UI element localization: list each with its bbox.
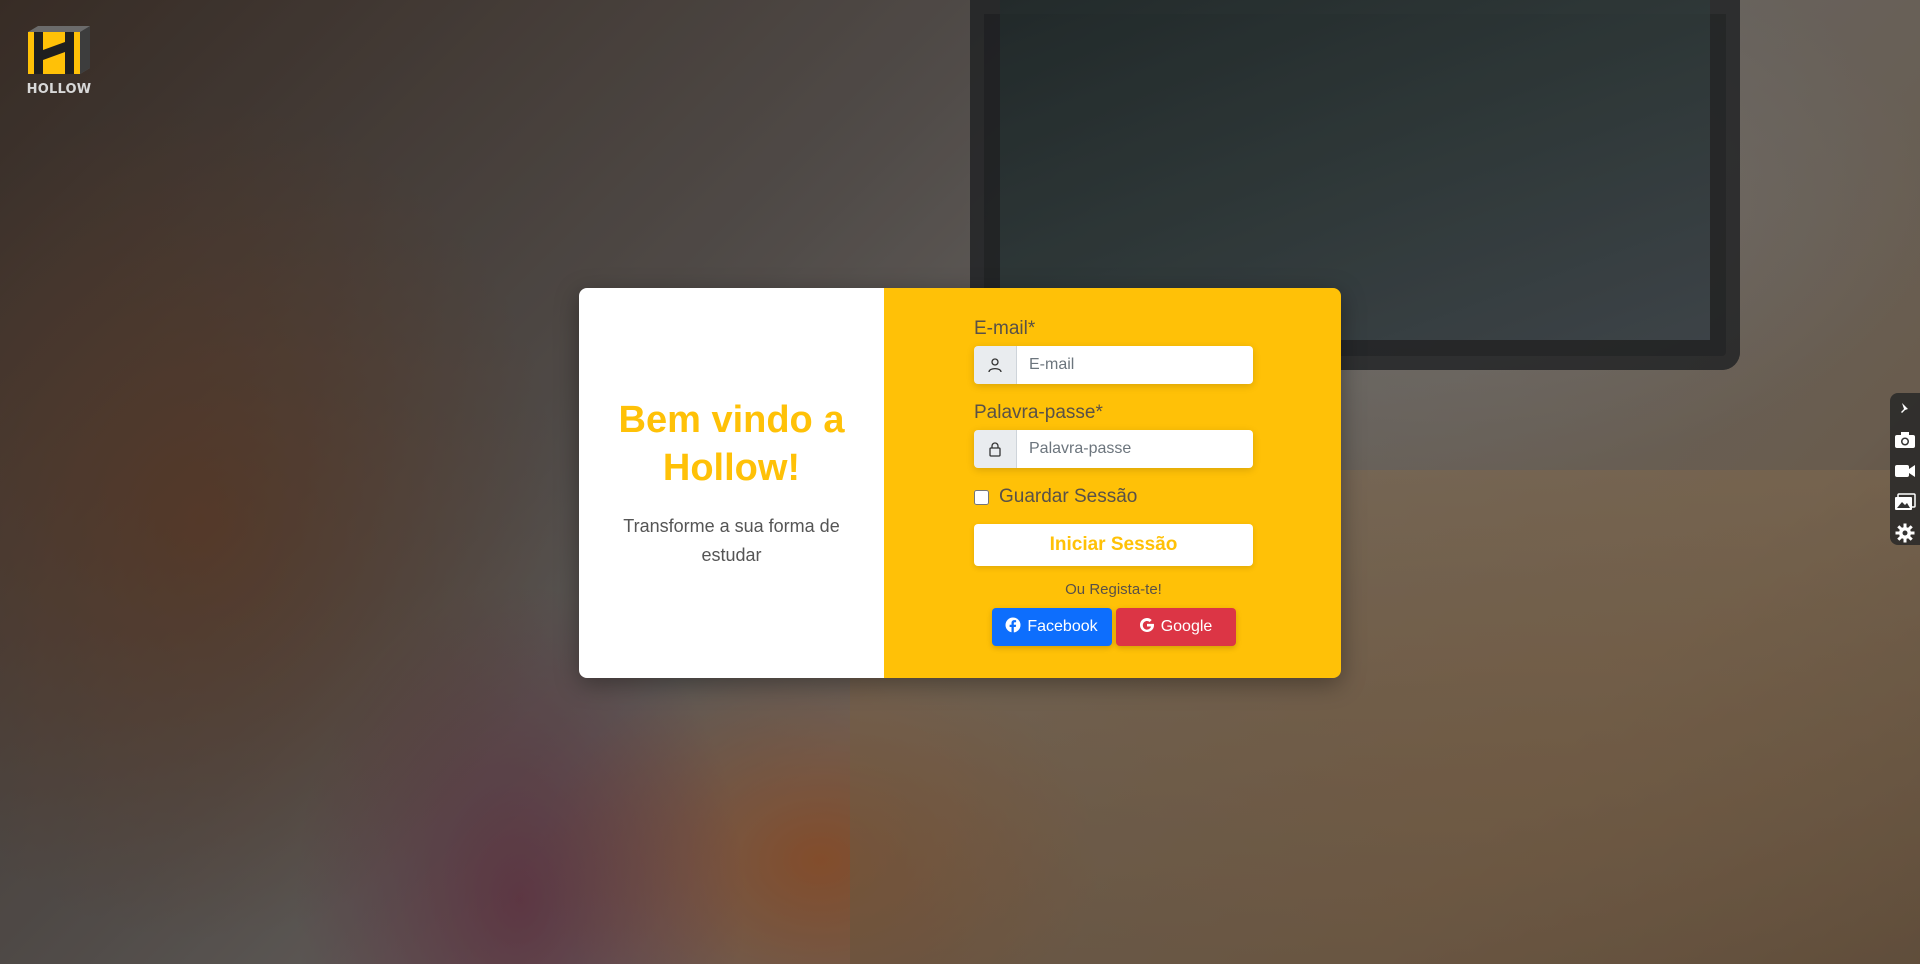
facebook-label: Facebook <box>1027 618 1098 635</box>
google-label: Google <box>1160 618 1213 635</box>
video-icon[interactable] <box>1893 459 1917 482</box>
welcome-panel: Bem vindo a Hollow! Transforme a sua for… <box>579 288 884 678</box>
logo-mark-icon <box>24 24 94 80</box>
logo-text: HOLLOW <box>26 82 92 97</box>
google-icon <box>1139 617 1155 638</box>
login-form: E-mail* Palavra-passe* <box>974 318 1253 646</box>
login-card: Bem vindo a Hollow! Transforme a sua for… <box>579 288 1341 678</box>
user-icon <box>974 346 1017 384</box>
password-input[interactable] <box>1017 430 1253 468</box>
facebook-button[interactable]: Facebook <box>991 608 1112 646</box>
lock-icon <box>974 430 1017 468</box>
email-input-group <box>974 346 1253 384</box>
password-input-group <box>974 430 1253 468</box>
welcome-subtitle: Transforme a sua forma de estudar <box>623 516 840 565</box>
camera-icon[interactable] <box>1893 428 1917 451</box>
remember-row: Guardar Sessão <box>974 486 1253 508</box>
remember-label[interactable]: Guardar Sessão <box>999 486 1137 508</box>
register-link[interactable]: Ou Regista-te! <box>974 581 1253 598</box>
social-login-row: Facebook Google <box>974 608 1253 646</box>
email-input[interactable] <box>1017 346 1253 384</box>
welcome-title: Bem vindo a Hollow! <box>618 399 845 489</box>
side-toolbar <box>1890 393 1920 545</box>
email-label: E-mail* <box>974 318 1036 339</box>
hollow-logo[interactable]: HOLLOW <box>24 24 96 100</box>
facebook-icon <box>1005 617 1021 638</box>
password-label: Palavra-passe* <box>974 402 1103 423</box>
login-button[interactable]: Iniciar Sessão <box>974 524 1253 566</box>
gallery-icon[interactable] <box>1893 491 1917 514</box>
gear-icon[interactable] <box>1893 522 1917 545</box>
login-panel: E-mail* Palavra-passe* <box>884 288 1341 678</box>
pin-icon[interactable] <box>1893 397 1917 420</box>
google-button[interactable]: Google <box>1115 608 1236 646</box>
remember-checkbox[interactable] <box>974 489 989 505</box>
